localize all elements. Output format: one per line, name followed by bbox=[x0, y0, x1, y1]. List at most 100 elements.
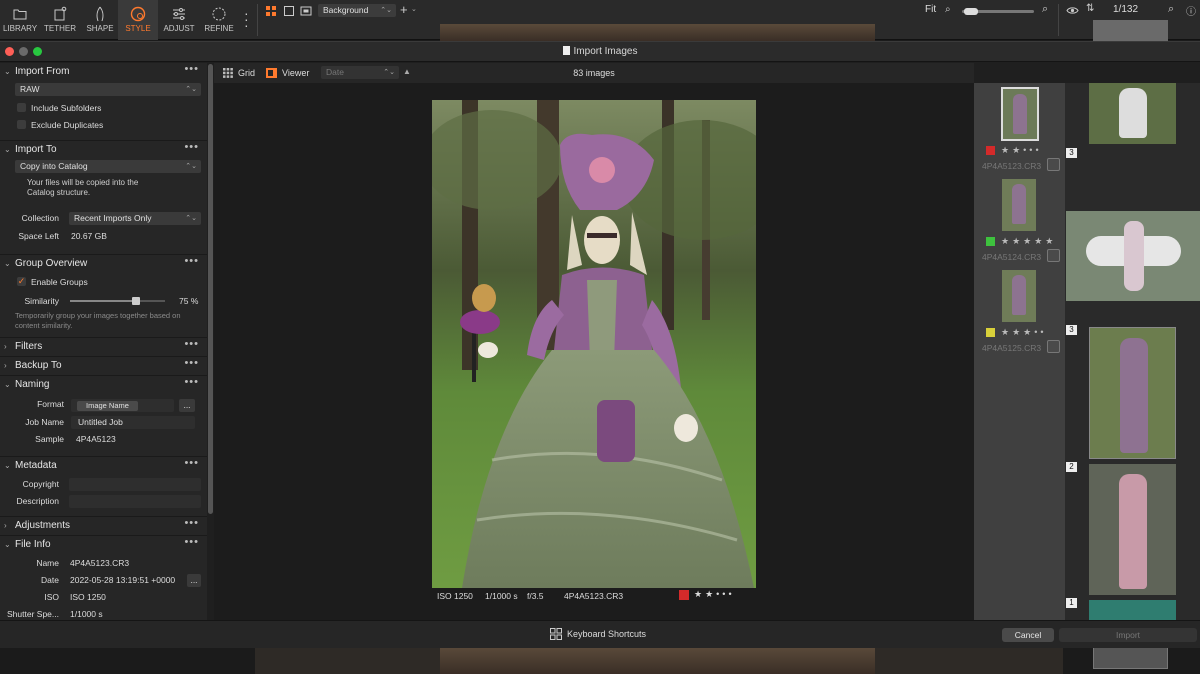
thumb-rating[interactable]: ★★★•• bbox=[1001, 327, 1047, 338]
keyboard-shortcuts-button[interactable]: Keyboard Shortcuts bbox=[567, 629, 646, 639]
tool-refine[interactable]: REFINE bbox=[199, 0, 239, 40]
more-options-icon[interactable]: ••• bbox=[184, 335, 199, 353]
format-token[interactable]: Image Name bbox=[77, 401, 138, 411]
job-name-input[interactable]: Untitled Job bbox=[71, 416, 195, 429]
thumb-color-tag[interactable] bbox=[986, 237, 995, 246]
sort-arrows-icon[interactable]: ⇅ bbox=[1086, 3, 1094, 14]
zoom-slider-thumb[interactable] bbox=[964, 8, 978, 15]
exclude-duplicates-checkbox[interactable] bbox=[17, 120, 26, 129]
single-view-icon[interactable] bbox=[283, 5, 295, 17]
camera-tether-icon bbox=[54, 6, 67, 21]
section-metadata[interactable]: ⌄ Metadata ••• bbox=[0, 456, 207, 474]
file-name-value: 4P4A5123.CR3 bbox=[70, 558, 130, 568]
zoom-window-button[interactable] bbox=[33, 47, 42, 56]
similarity-slider-thumb[interactable] bbox=[132, 297, 140, 305]
import-button[interactable]: Import bbox=[1059, 628, 1197, 642]
filmstrip-thumb[interactable] bbox=[1066, 211, 1200, 301]
grid-layout-icon[interactable] bbox=[265, 5, 277, 17]
format-more-button[interactable]: ... bbox=[179, 399, 195, 412]
tool-label: TETHER bbox=[44, 24, 76, 33]
background-photo bbox=[440, 647, 875, 674]
more-options-icon[interactable]: ••• bbox=[184, 354, 199, 372]
group-overview-hint: Temporarily group your images together b… bbox=[15, 311, 181, 330]
cancel-button[interactable]: Cancel bbox=[1002, 628, 1054, 642]
caption-rating[interactable]: ★★••• bbox=[694, 589, 735, 600]
settings-scrollbar[interactable] bbox=[208, 64, 213, 514]
dialog-titlebar: Import Images bbox=[0, 42, 1200, 62]
updown-icon: ⌃⌄ bbox=[185, 215, 197, 222]
thumbnail-figure bbox=[1012, 184, 1026, 224]
enable-groups-checkbox[interactable]: ✓ bbox=[17, 277, 26, 286]
section-title: Adjustments bbox=[15, 520, 71, 531]
thumb-select-checkbox[interactable] bbox=[1047, 249, 1060, 262]
description-input[interactable] bbox=[69, 495, 201, 508]
image-counter: 1/132 bbox=[1113, 4, 1139, 15]
more-vertical-icon[interactable]: · · · bbox=[244, 6, 249, 32]
info-icon[interactable]: ⓘ bbox=[1186, 3, 1196, 18]
tool-tether[interactable]: TETHER bbox=[40, 0, 80, 40]
import-destination-select[interactable]: Copy into Catalog ⌃⌄ bbox=[15, 160, 201, 173]
filmstrip-thumb[interactable] bbox=[1089, 600, 1176, 620]
thumb-rating[interactable]: ★★••• bbox=[1001, 145, 1042, 156]
zoom-out-icon[interactable]: ⌕ bbox=[945, 4, 951, 15]
caption-shutter: 1/1000 s bbox=[485, 591, 518, 601]
add-plus-icon[interactable]: + bbox=[400, 2, 408, 17]
minimize-window-button[interactable] bbox=[19, 47, 28, 56]
more-options-icon[interactable]: ••• bbox=[184, 533, 199, 551]
collection-select[interactable]: Recent Imports Only ⌃⌄ bbox=[69, 212, 201, 225]
more-options-icon[interactable]: ••• bbox=[184, 454, 199, 472]
thumb-select-checkbox[interactable] bbox=[1047, 158, 1060, 171]
updown-icon: ⌃⌄ bbox=[380, 7, 392, 14]
include-subfolders-checkbox[interactable] bbox=[17, 103, 26, 112]
filmstrip-thumb[interactable] bbox=[1089, 464, 1176, 595]
thumbnail-1[interactable] bbox=[1001, 87, 1039, 141]
browser-filmstrip: 3 3 2 1 bbox=[1065, 83, 1200, 620]
close-window-button[interactable] bbox=[5, 47, 14, 56]
tool-shape[interactable]: SHAPE bbox=[80, 0, 120, 40]
caption-color-tag[interactable] bbox=[679, 590, 689, 600]
thumbnail-3[interactable] bbox=[1002, 270, 1036, 322]
chevron-down-icon: ⌄ bbox=[4, 540, 11, 549]
fullscreen-view-icon[interactable] bbox=[300, 5, 312, 17]
import-source-select[interactable]: RAW ⌃⌄ bbox=[15, 83, 201, 96]
chevron-down-icon: ⌄ bbox=[4, 145, 11, 154]
section-backup-to[interactable]: › Backup To ••• bbox=[0, 356, 207, 374]
more-options-icon[interactable]: ••• bbox=[184, 63, 199, 78]
more-options-icon[interactable]: ••• bbox=[184, 373, 199, 391]
iso-value: ISO 1250 bbox=[70, 592, 106, 602]
section-adjustments[interactable]: › Adjustments ••• bbox=[0, 516, 207, 534]
format-field[interactable]: Image Name bbox=[71, 399, 174, 412]
eye-icon[interactable] bbox=[1066, 6, 1079, 15]
section-group-overview[interactable]: ⌄ Group Overview ••• bbox=[0, 254, 207, 272]
section-naming[interactable]: ⌄ Naming ••• bbox=[0, 375, 207, 393]
copyright-input[interactable] bbox=[69, 478, 201, 491]
filmstrip-thumb[interactable] bbox=[1089, 83, 1176, 144]
updown-icon: ⌃⌄ bbox=[185, 86, 197, 93]
zoom-label[interactable]: Fit bbox=[925, 4, 936, 15]
filmstrip-thumb[interactable] bbox=[1089, 327, 1176, 459]
tool-style[interactable]: STYLE bbox=[118, 0, 158, 40]
zoom-slider[interactable] bbox=[962, 8, 1034, 15]
search-icon[interactable]: ⌕ bbox=[1168, 3, 1174, 16]
thumb-color-tag[interactable] bbox=[986, 328, 995, 337]
zoom-in-icon[interactable]: ⌕ bbox=[1042, 3, 1048, 16]
more-options-icon[interactable]: ••• bbox=[184, 138, 199, 156]
background-select[interactable]: Background ⌃⌄ bbox=[318, 4, 396, 17]
section-file-info[interactable]: ⌄ File Info ••• bbox=[0, 535, 207, 553]
chevron-down-icon[interactable]: ⌄ bbox=[411, 5, 417, 13]
thumbnail-2[interactable] bbox=[1002, 179, 1036, 231]
section-filters[interactable]: › Filters ••• bbox=[0, 337, 207, 355]
preview-photo[interactable] bbox=[432, 100, 756, 588]
tool-library[interactable]: LIBRARY bbox=[0, 0, 40, 40]
thumb-color-tag[interactable] bbox=[986, 146, 995, 155]
collection-value: Recent Imports Only bbox=[74, 213, 152, 223]
more-options-icon[interactable]: ••• bbox=[184, 514, 199, 532]
section-import-to[interactable]: ⌄ Import To ••• bbox=[0, 140, 207, 158]
thumb-select-checkbox[interactable] bbox=[1047, 340, 1060, 353]
thumb-rating[interactable]: ★★★★★ bbox=[1001, 236, 1056, 247]
date-more-button[interactable]: ... bbox=[187, 574, 201, 587]
similarity-slider[interactable] bbox=[70, 297, 165, 305]
section-import-from[interactable]: ⌄ Import From ••• bbox=[0, 63, 207, 81]
more-options-icon[interactable]: ••• bbox=[184, 252, 199, 270]
tool-adjust[interactable]: ADJUST bbox=[159, 0, 199, 40]
